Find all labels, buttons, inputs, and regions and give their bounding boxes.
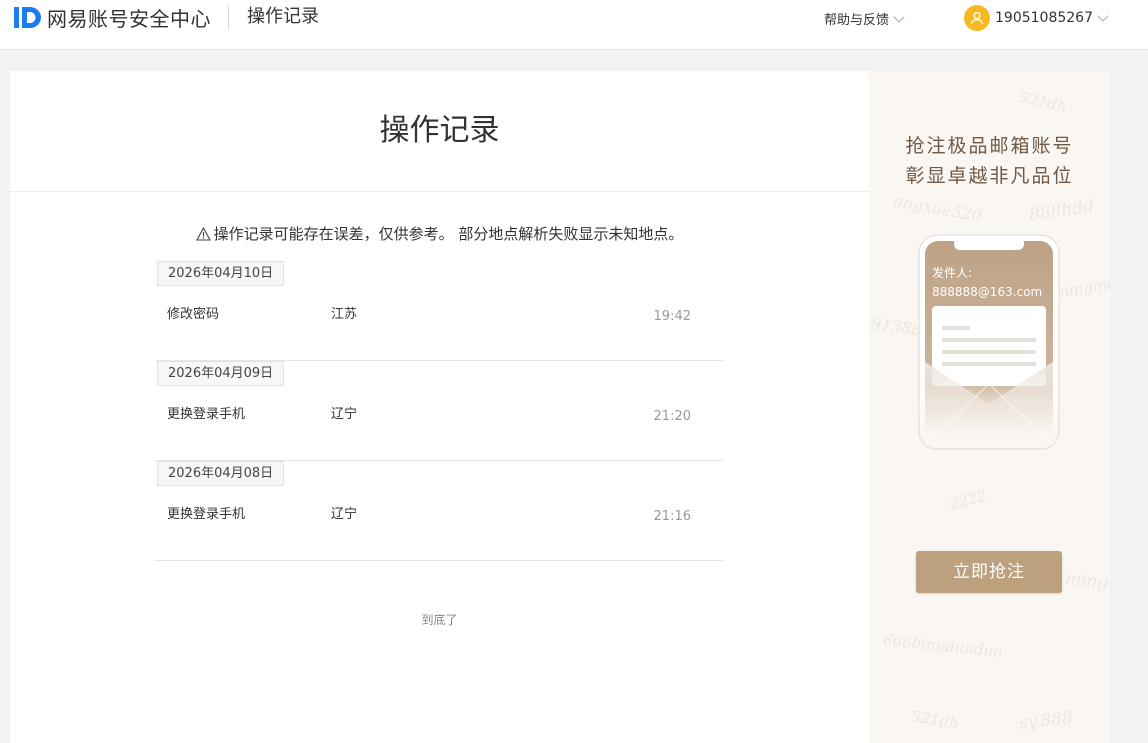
watermark-text: angxue520 (892, 191, 984, 226)
watermark-text: sy.888 (1018, 708, 1074, 734)
watermark-text: 521dh (909, 706, 961, 734)
record-group: 2026年04月09日 更换登录手机 辽宁 21:20 (155, 361, 724, 461)
date-tag: 2026年04月08日 (157, 461, 285, 486)
date-tag: 2026年04月10日 (157, 261, 285, 286)
header-section-title: 操作记录 (247, 6, 319, 27)
logo[interactable]: 网易账号安全中心 (13, 4, 211, 31)
chevron-down-icon (893, 10, 905, 23)
user-icon (970, 11, 984, 25)
watermark-text: ming (1064, 568, 1110, 594)
register-now-button[interactable]: 立即抢注 (916, 551, 1062, 593)
notice-text: 操作记录可能存在误差，仅供参考。 部分地点解析失败显示未知地点。 (213, 225, 684, 243)
user-phone: 19051085267 (995, 10, 1093, 26)
user-menu[interactable]: 19051085267 (964, 5, 1109, 31)
operation-time: 21:20 (653, 409, 691, 424)
operation-name: 更换登录手机 (167, 407, 246, 422)
page-title: 操作记录 (379, 113, 500, 148)
watermark-text: 2222 (947, 486, 989, 514)
avatar (964, 5, 990, 31)
record-list: 2026年04月10日 修改密码 江苏 19:42 2026年04月09日 更换… (155, 261, 724, 561)
email-promo-ad[interactable]: 521dh 888hdd angxue520 91388 ningmeng 22… (869, 71, 1110, 743)
header-divider (228, 5, 229, 30)
warning-icon (195, 226, 211, 241)
record-group: 2026年04月10日 修改密码 江苏 19:42 (155, 261, 724, 361)
operation-name: 修改密码 (167, 307, 220, 322)
end-of-list-text: 到底了 (421, 613, 458, 627)
operation-location: 辽宁 (331, 407, 358, 422)
divider (10, 191, 869, 192)
phone-illustration: 发件人: 888888@163.com (918, 234, 1060, 450)
operation-records-panel: 操作记录 操作记录可能存在误差，仅供参考。 部分地点解析失败显示未知地点。 20… (10, 71, 869, 743)
watermark-text: ningmeng (1058, 270, 1110, 302)
operation-time: 19:42 (653, 309, 691, 324)
watermark-text: 91388 (869, 313, 923, 340)
logo-text: 网易账号安全中心 (47, 6, 211, 31)
watermark-text: 666bingdundun (882, 630, 1004, 662)
watermark-text: 888hdd (1027, 196, 1096, 226)
chevron-down-icon (1097, 10, 1109, 22)
help-feedback-label: 帮助与反馈 (824, 13, 890, 28)
operation-name: 更换登录手机 (167, 507, 246, 522)
record-group: 2026年04月08日 更换登录手机 辽宁 21:16 (155, 461, 724, 561)
operation-location: 江苏 (331, 307, 358, 322)
ad-sender-email: 888888@163.com (932, 285, 1043, 299)
ad-headline-line1: 抢注极品邮箱账号 (905, 135, 1074, 157)
top-header: 网易账号安全中心 操作记录 帮助与反馈 19051085267 (0, 0, 1148, 50)
ad-headline: 抢注极品邮箱账号 彰显卓越非凡品位 (869, 131, 1110, 191)
notice: 操作记录可能存在误差，仅供参考。 部分地点解析失败显示未知地点。 (10, 224, 869, 244)
help-feedback-menu[interactable]: 帮助与反馈 (824, 9, 905, 28)
logo-icon (13, 4, 45, 30)
ad-headline-line2: 彰显卓越非凡品位 (905, 165, 1074, 187)
date-tag: 2026年04月09日 (157, 361, 285, 386)
operation-location: 辽宁 (331, 507, 358, 522)
operation-time: 21:16 (653, 509, 691, 524)
ad-sender-label: 发件人: (932, 266, 973, 280)
watermark-text: 521dh (1017, 88, 1069, 116)
